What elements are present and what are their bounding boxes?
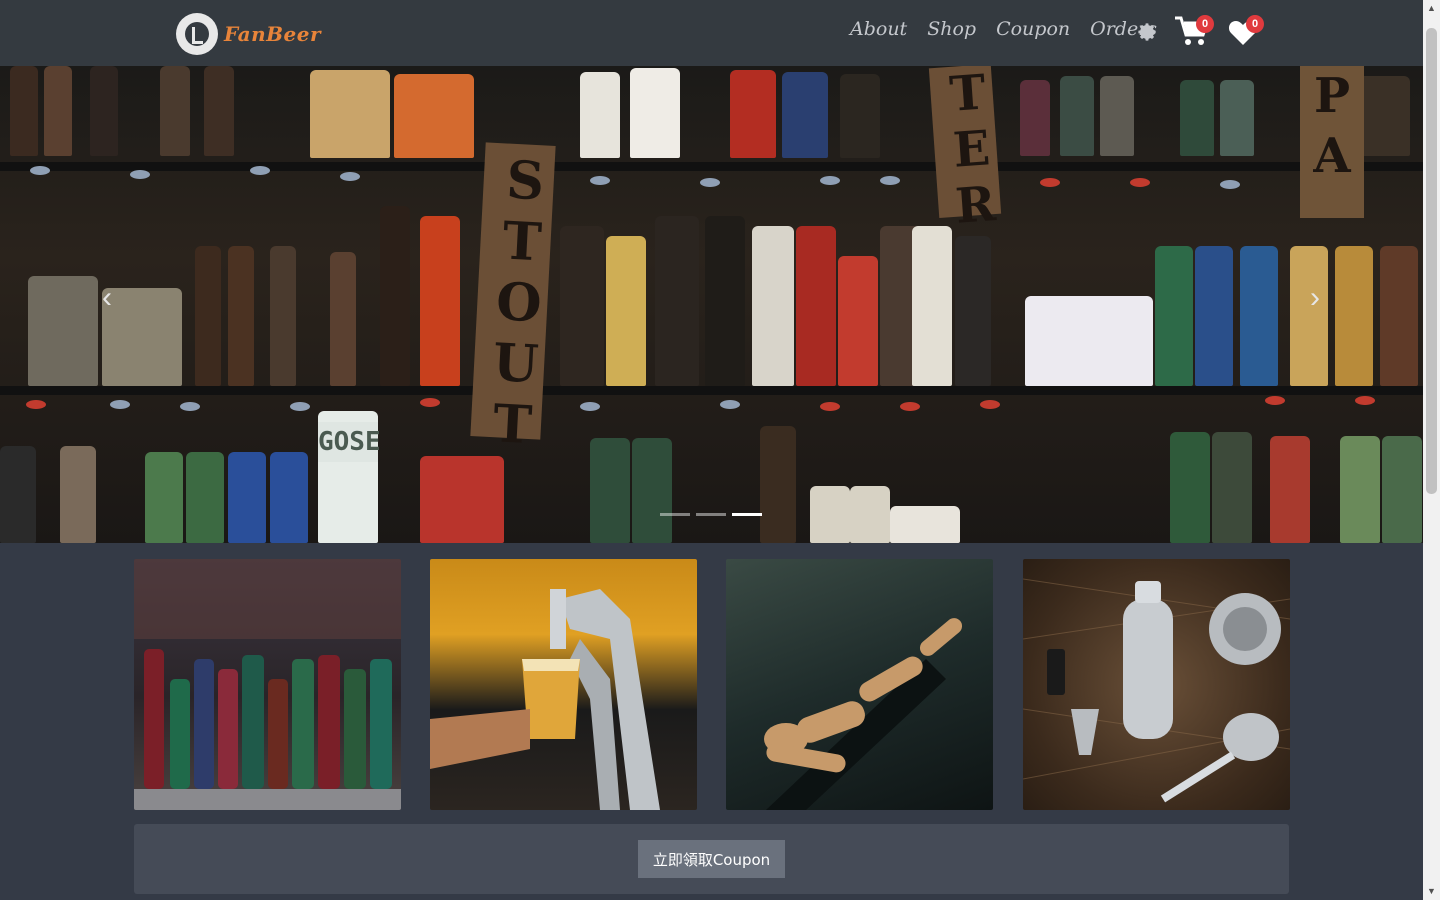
- beer-can: [1170, 432, 1210, 543]
- beer-can: [1340, 436, 1380, 543]
- page-scrollbar[interactable]: ▲ ▼: [1423, 0, 1440, 900]
- bottle: [1060, 76, 1094, 156]
- bottle: [1220, 80, 1254, 156]
- bottle: [270, 246, 296, 386]
- nav-link-shop[interactable]: Shop: [927, 18, 976, 40]
- beer-can: [810, 486, 850, 543]
- hero-carousel: STOUT TER PA GOSE ‹ ›: [0, 66, 1423, 543]
- bottle: [705, 216, 745, 386]
- beer-can: [1270, 436, 1310, 543]
- shelf: [0, 162, 1423, 171]
- bottle: [955, 236, 991, 386]
- bottle: [630, 68, 680, 158]
- bottle: [195, 246, 221, 386]
- bottle: [160, 66, 190, 156]
- bottle: [560, 226, 604, 386]
- beer-pack: [28, 276, 98, 386]
- bottle: [760, 426, 796, 543]
- pa-sign: PA: [1300, 66, 1364, 218]
- claim-coupon-button[interactable]: 立即領取Coupon: [638, 840, 785, 878]
- bottle: [380, 206, 410, 386]
- scroll-down-arrow-icon[interactable]: ▼: [1423, 883, 1440, 900]
- beer-box: [310, 70, 390, 158]
- scroll-up-arrow-icon[interactable]: ▲: [1423, 0, 1440, 17]
- beer-can: [228, 452, 266, 543]
- bottle: [420, 216, 460, 386]
- beer-can: [145, 452, 183, 543]
- nav-links: About Shop Coupon Orders: [850, 18, 1157, 40]
- carousel-indicator-2[interactable]: [696, 513, 726, 516]
- bottle: [330, 252, 356, 386]
- nav-link-about[interactable]: About: [850, 18, 907, 40]
- wooden-mannequin-image: [764, 618, 963, 810]
- bottle: [752, 226, 794, 386]
- beer-can: [60, 446, 96, 543]
- beer-can: [186, 452, 224, 543]
- bottle: [655, 216, 699, 386]
- beer-can: [590, 438, 630, 543]
- beer-tap-card[interactable]: [430, 559, 697, 810]
- beer-logo-icon: [176, 13, 218, 55]
- bottle: [606, 236, 646, 386]
- beer-can: [270, 452, 308, 543]
- bottle: [840, 74, 880, 158]
- nav-link-coupon[interactable]: Coupon: [996, 18, 1070, 40]
- gose-sign: GOSE: [318, 422, 381, 462]
- beer-pack: [890, 506, 960, 543]
- chevron-left-icon[interactable]: ‹: [92, 278, 122, 318]
- beer-can: [1380, 246, 1418, 386]
- bottle: [90, 66, 118, 156]
- bottle: [796, 226, 836, 386]
- bottle: [730, 70, 776, 158]
- beer-tap-image: [430, 589, 660, 810]
- bottle: [1180, 80, 1214, 156]
- scrollbar-thumb[interactable]: [1426, 28, 1437, 494]
- carousel-indicator-1[interactable]: [660, 513, 690, 516]
- brand-name: FanBeer: [224, 22, 321, 46]
- wooden-mannequin-card[interactable]: [726, 559, 993, 810]
- beer-bottles-image: [134, 559, 401, 810]
- bottle: [228, 246, 254, 386]
- bottle: [1100, 76, 1134, 156]
- cocktail-tools-card[interactable]: [1023, 559, 1290, 810]
- cart-count-badge: 0: [1196, 15, 1214, 33]
- shelf: [0, 386, 1423, 395]
- ter-sign: TER: [928, 66, 1005, 235]
- beer-box: [394, 74, 474, 158]
- chevron-right-icon[interactable]: ›: [1300, 278, 1330, 318]
- wishlist-count-badge: 0: [1246, 15, 1264, 33]
- beer-bottles-card[interactable]: [134, 559, 401, 810]
- beer-can: [0, 446, 36, 543]
- carousel-indicators: [660, 513, 762, 516]
- bottle: [204, 66, 234, 156]
- gear-icon[interactable]: [1136, 21, 1158, 43]
- bottle: [580, 72, 620, 158]
- brand-logo[interactable]: FanBeer: [176, 10, 321, 58]
- feature-cards: [134, 559, 1290, 811]
- bottle: [1020, 80, 1050, 156]
- bottle: [10, 66, 38, 156]
- beer-can: [1240, 246, 1278, 386]
- bottle: [838, 256, 878, 386]
- bottle: [912, 226, 952, 386]
- beer-pack: [1025, 296, 1153, 386]
- beer-can: [1155, 246, 1193, 386]
- stout-sign: STOUT: [470, 142, 557, 457]
- bottle: [782, 72, 828, 158]
- cocktail-tools-image: [1023, 578, 1290, 803]
- beer-can: [1212, 432, 1252, 543]
- beer-can: [1335, 246, 1373, 386]
- bottle: [44, 66, 72, 156]
- beer-can: [632, 438, 672, 543]
- carousel-indicator-3[interactable]: [732, 513, 762, 516]
- beer-can: [850, 486, 890, 543]
- beer-can: [1382, 436, 1422, 543]
- beer-can: [1195, 246, 1233, 386]
- navbar: FanBeer About Shop Coupon Orders 0 0: [0, 0, 1423, 66]
- beer-pack: [420, 456, 504, 543]
- coupon-panel: 立即領取Coupon: [134, 824, 1289, 894]
